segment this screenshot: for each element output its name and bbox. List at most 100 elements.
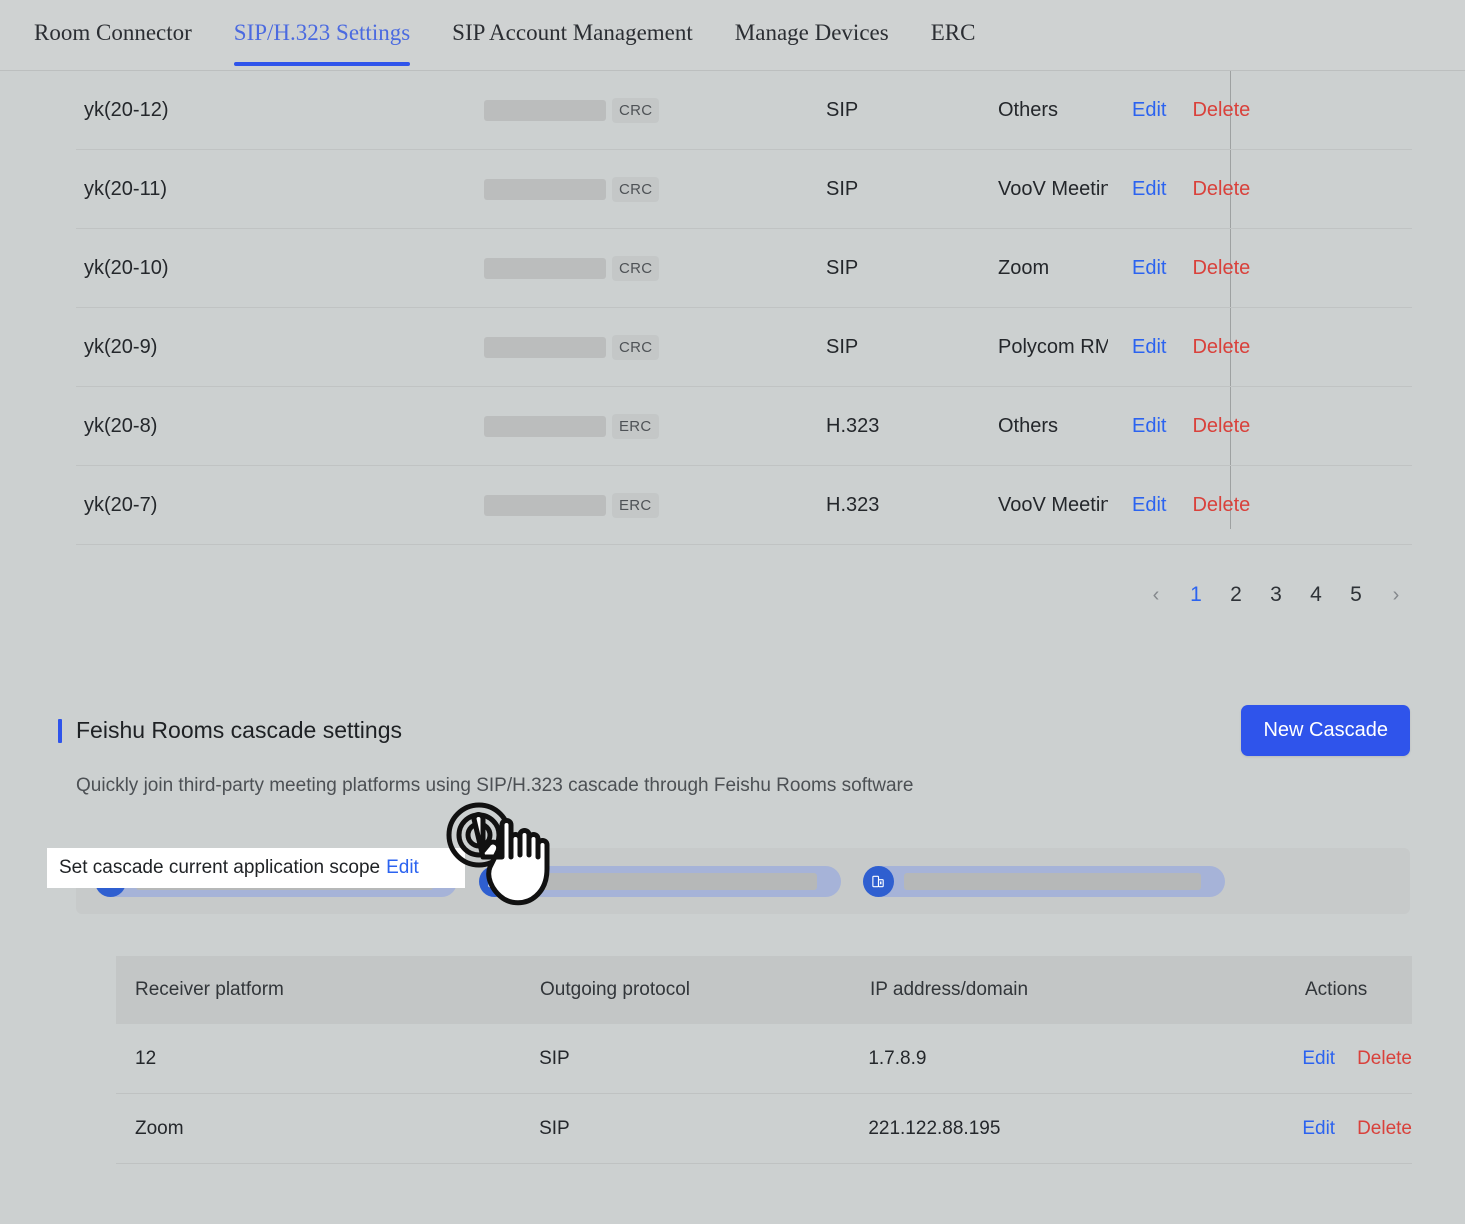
delete-link[interactable]: Delete <box>1357 1118 1412 1140</box>
redacted-address <box>484 415 606 437</box>
column-header-receiver-platform: Receiver platform <box>135 979 284 1000</box>
redacted-address <box>484 494 606 516</box>
delete-link[interactable]: Delete <box>1192 415 1250 438</box>
building-icon <box>863 865 894 897</box>
row-actions: Edit Delete <box>1108 336 1293 359</box>
device-address: ERC <box>484 413 826 439</box>
tab-label: Room Connector <box>34 20 192 45</box>
device-address: CRC <box>484 176 826 202</box>
row-actions: Edit Delete <box>1108 415 1293 438</box>
accent-bar <box>58 718 62 743</box>
device-name: yk(20-8) <box>84 414 158 437</box>
row-actions: Edit Delete <box>1108 257 1293 280</box>
app-page: Room Connector SIP/H.323 Settings SIP Ac… <box>0 0 1465 1224</box>
tab-manage-devices[interactable]: Manage Devices <box>735 20 889 66</box>
edit-link[interactable]: Edit <box>1132 178 1166 201</box>
device-platform: Others <box>998 414 1059 437</box>
device-table: yk(20-12) CRC SIP Others Edit Delete yk(… <box>76 71 1412 545</box>
device-protocol: SIP <box>826 256 859 279</box>
edit-link[interactable]: Edit <box>1302 1048 1335 1070</box>
main-content: yk(20-12) CRC SIP Others Edit Delete yk(… <box>0 71 1465 1224</box>
device-platform: Others <box>998 98 1059 121</box>
edit-link[interactable]: Edit <box>1132 415 1166 438</box>
scope-label-text: Set cascade current application scope <box>59 857 381 878</box>
new-cascade-button[interactable]: New Cascade <box>1241 705 1410 756</box>
redacted-chip-label <box>520 872 817 890</box>
device-protocol: SIP <box>826 98 859 121</box>
device-name: yk(20-11) <box>84 177 167 200</box>
tab-sip-h323-settings[interactable]: SIP/H.323 Settings <box>233 20 411 66</box>
table-row: yk(20-8) ERC H.323 Others Edit Delete <box>76 387 1412 466</box>
device-tag: CRC <box>612 176 660 202</box>
delete-link[interactable]: Delete <box>1192 257 1250 280</box>
row-actions: Edit Delete <box>1302 1118 1412 1140</box>
device-name: yk(20-9) <box>84 335 158 358</box>
building-icon <box>479 865 510 897</box>
delete-link[interactable]: Delete <box>1192 336 1250 359</box>
cascade-table: Receiver platform Outgoing protocol IP a… <box>116 956 1412 1164</box>
device-tag: ERC <box>612 492 659 518</box>
redacted-address <box>484 99 606 121</box>
redacted-address <box>484 178 606 200</box>
tab-label: Manage Devices <box>734 20 889 45</box>
pagination-prev-icon[interactable]: ‹ <box>1144 580 1168 610</box>
device-name: yk(20-12) <box>84 98 169 121</box>
table-row: yk(20-12) CRC SIP Others Edit Delete <box>76 71 1412 150</box>
device-platform: Zoom <box>998 256 1050 279</box>
table-row: Zoom SIP 221.122.88.195 Edit Delete <box>116 1094 1412 1164</box>
column-header-ip-address: IP address/domain <box>870 979 1029 1000</box>
device-address: CRC <box>484 334 826 360</box>
column-header-actions: Actions <box>1305 979 1368 1000</box>
cascade-protocol: SIP <box>539 1117 570 1139</box>
scope-chip[interactable] <box>479 865 841 897</box>
edit-link[interactable]: Edit <box>1132 99 1166 122</box>
tab-label: SIP Account Management <box>452 20 693 45</box>
device-tag: ERC <box>612 413 659 439</box>
device-platform: Polycom RMX <box>998 335 1108 358</box>
pagination-page-2[interactable]: 2 <box>1224 580 1248 610</box>
edit-link[interactable]: Edit <box>1132 257 1166 280</box>
tab-erc[interactable]: ERC <box>931 20 976 66</box>
device-name: yk(20-7) <box>84 493 158 516</box>
pagination-page-4[interactable]: 4 <box>1304 580 1328 610</box>
scope-edit-link[interactable]: Edit <box>386 857 419 879</box>
table-row: 12 SIP 1.7.8.9 Edit Delete <box>116 1024 1412 1094</box>
tab-room-connector[interactable]: Room Connector <box>34 20 192 66</box>
tab-label: SIP/H.323 Settings <box>233 20 411 45</box>
edit-link[interactable]: Edit <box>1302 1118 1335 1140</box>
scope-area: Set cascade current application scope Ed… <box>47 848 1465 914</box>
scope-chip[interactable] <box>863 865 1225 897</box>
row-actions: Edit Delete <box>1108 494 1293 517</box>
cascade-subtitle: Quickly join third-party meeting platfor… <box>76 775 914 796</box>
table-row: yk(20-9) CRC SIP Polycom RMX Edit Delete <box>76 308 1412 387</box>
tab-list: Room Connector SIP/H.323 Settings SIP Ac… <box>0 0 1465 66</box>
page-title: Feishu Rooms cascade settings <box>76 717 402 743</box>
table-row: yk(20-11) CRC SIP VooV Meeting Edit Dele… <box>76 150 1412 229</box>
delete-link[interactable]: Delete <box>1192 178 1250 201</box>
cascade-protocol: SIP <box>539 1047 570 1069</box>
table-row: yk(20-10) CRC SIP Zoom Edit Delete <box>76 229 1412 308</box>
pagination-page-5[interactable]: 5 <box>1344 580 1368 610</box>
delete-link[interactable]: Delete <box>1192 99 1250 122</box>
column-header-outgoing-protocol: Outgoing protocol <box>540 979 690 1000</box>
edit-link[interactable]: Edit <box>1132 336 1166 359</box>
device-tag: CRC <box>612 334 660 360</box>
cascade-header: Feishu Rooms cascade settings New Cascad… <box>58 705 1465 756</box>
delete-link[interactable]: Delete <box>1192 494 1250 517</box>
pagination-page-3[interactable]: 3 <box>1264 580 1288 610</box>
cascade-ip: 221.122.88.195 <box>868 1117 1001 1139</box>
table-header-row: Receiver platform Outgoing protocol IP a… <box>116 956 1412 1024</box>
edit-link[interactable]: Edit <box>1132 494 1166 517</box>
pagination-page-1[interactable]: 1 <box>1184 580 1208 610</box>
tab-sip-account-management[interactable]: SIP Account Management <box>452 20 693 66</box>
cascade-section: Feishu Rooms cascade settings New Cascad… <box>0 705 1465 1164</box>
delete-link[interactable]: Delete <box>1357 1048 1412 1070</box>
cascade-platform: Zoom <box>135 1117 184 1139</box>
pagination: ‹ 1 2 3 4 5 › <box>0 575 1408 615</box>
device-platform: VooV Meeting <box>998 177 1108 200</box>
pagination-next-icon[interactable]: › <box>1384 580 1408 610</box>
row-actions: Edit Delete <box>1108 178 1293 201</box>
row-actions: Edit Delete <box>1302 1048 1412 1070</box>
cascade-platform: 12 <box>135 1047 157 1069</box>
redacted-address <box>484 336 606 358</box>
